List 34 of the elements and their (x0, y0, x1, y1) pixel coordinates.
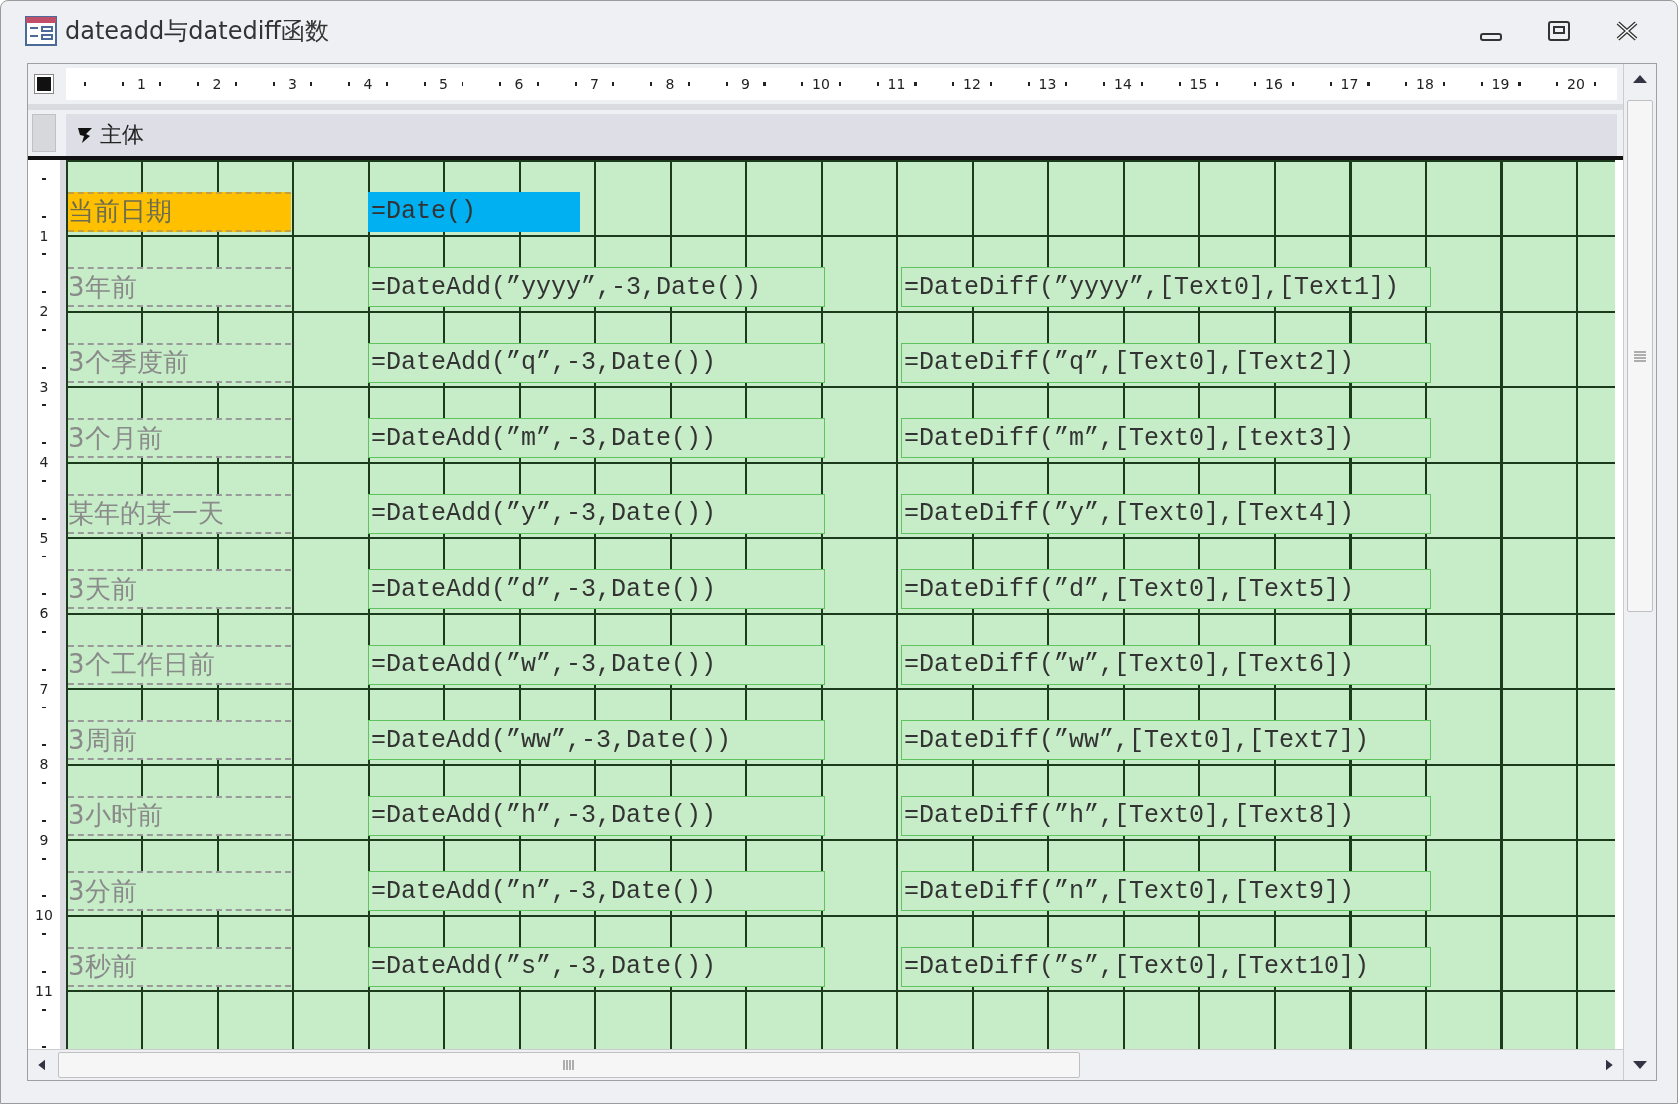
horizontal-scrollbar-thumb[interactable] (58, 1052, 1080, 1078)
textbox-control[interactable]: =DateDiff(”s”,[Text0],[Text10]) (901, 946, 1431, 987)
textbox-control[interactable]: =DateDiff(”m”,[Text0],[text3]) (901, 418, 1431, 458)
textbox-control[interactable]: =DateDiff(”yyyy”,[Text0],[Text1]) (901, 267, 1431, 307)
textbox-control[interactable]: =DateAdd(”s”,-3,Date()) (368, 946, 825, 987)
left-triangle-icon (36, 1057, 48, 1073)
textbox-control[interactable]: =DateDiff(”ww”,[Text0],[Text7]) (901, 720, 1431, 760)
right-triangle-icon (1603, 1057, 1615, 1073)
vertical-scrollbar-thumb[interactable] (1627, 100, 1653, 612)
textbox-control[interactable]: =DateAdd(”ww”,-3,Date()) (368, 720, 825, 760)
up-triangle-icon (1632, 73, 1648, 85)
textbox-control[interactable]: =DateAdd(”d”,-3,Date()) (368, 569, 825, 609)
form-icon (25, 16, 57, 46)
textbox-control[interactable]: =DateDiff(”w”,[Text0],[Text6]) (901, 644, 1431, 685)
down-triangle-icon (1632, 1059, 1648, 1071)
textbox-control[interactable]: =DateAdd(”y”,-3,Date()) (368, 493, 825, 534)
restore-icon (1546, 19, 1572, 43)
close-icon (1614, 19, 1640, 43)
textbox-control[interactable]: =DateAdd(”w”,-3,Date()) (368, 644, 825, 685)
textbox-control[interactable]: =DateAdd(”yyyy”,-3,Date()) (368, 267, 825, 307)
textbox-control[interactable]: =DateAdd(”q”,-3,Date()) (368, 342, 825, 383)
textbox-control[interactable]: =DateAdd(”m”,-3,Date()) (368, 418, 825, 458)
textbox-control[interactable]: =DateAdd(”n”,-3,Date()) (368, 871, 825, 911)
section-title: 主体 (100, 121, 144, 149)
textbox-control[interactable]: =Date() (368, 191, 580, 232)
textbox-control[interactable]: =DateDiff(”d”,[Text0],[Text5]) (901, 569, 1431, 609)
textbox-control[interactable]: =DateDiff(”q”,[Text0],[Text2]) (901, 342, 1431, 383)
form-selector[interactable] (35, 75, 53, 93)
window-title: dateadd与datediff函数 (65, 16, 330, 47)
textbox-control[interactable]: =DateDiff(”y”,[Text0],[Text4]) (901, 493, 1431, 534)
textbox-control[interactable]: =DateDiff(”n”,[Text0],[Text9]) (901, 871, 1431, 911)
textbox-control[interactable]: =DateDiff(”h”,[Text0],[Text8]) (901, 795, 1431, 836)
minimize-icon (1480, 33, 1502, 41)
textbox-control[interactable]: =DateAdd(”h”,-3,Date()) (368, 795, 825, 836)
